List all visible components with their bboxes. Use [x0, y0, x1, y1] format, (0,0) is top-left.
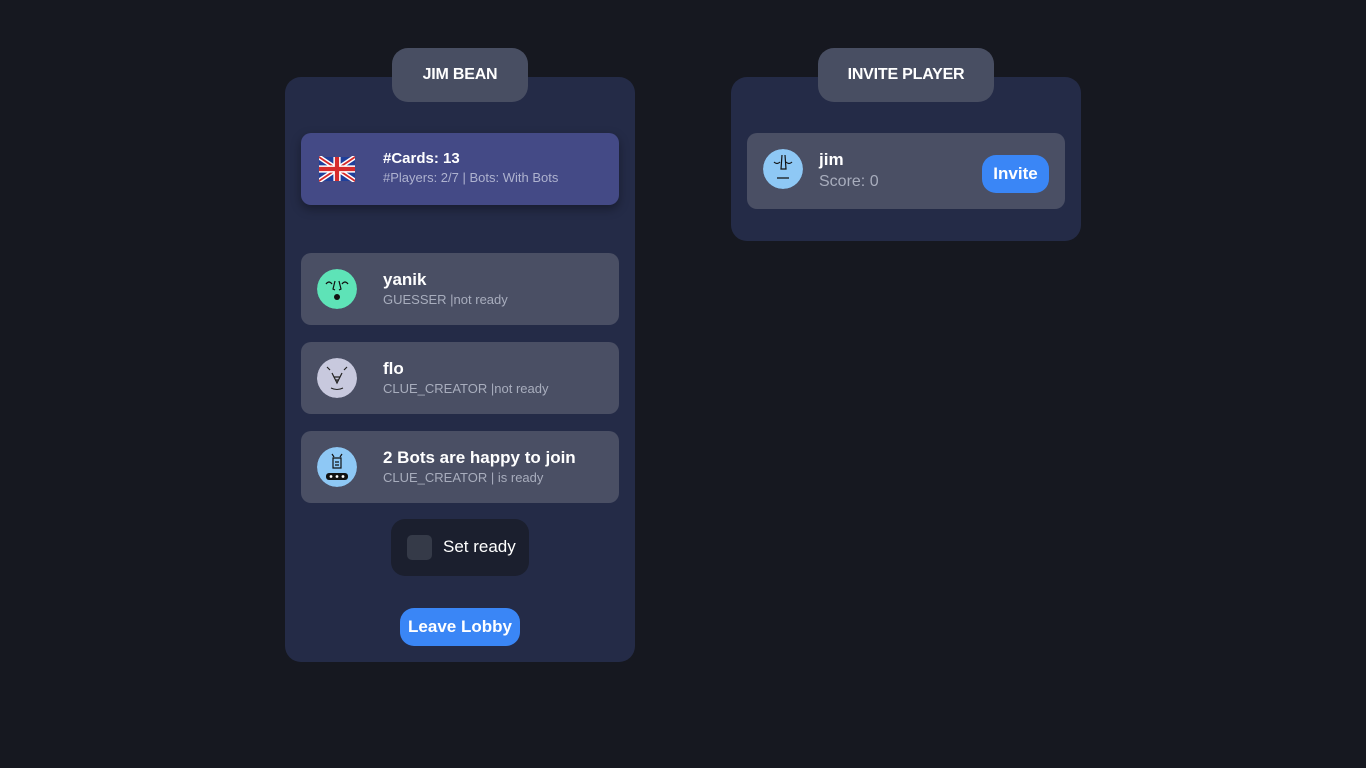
player-card: 2 Bots are happy to join CLUE_CREATOR | … — [301, 431, 619, 503]
player-status: GUESSER |not ready — [383, 292, 508, 307]
player-status: CLUE_CREATOR |not ready — [383, 381, 549, 396]
player-card: yanik GUESSER |not ready — [301, 253, 619, 325]
uk-flag-icon — [319, 156, 355, 182]
player-score: Score: 0 — [819, 173, 879, 190]
lobby-panel: JIM BEAN #Cards: 13 #Players: 2/7 | Bots… — [285, 48, 635, 662]
happy-face-icon — [317, 269, 357, 309]
lobby-title: JIM BEAN — [392, 48, 528, 102]
ready-label: Set ready — [443, 537, 516, 556]
sketch-face-icon — [317, 358, 357, 398]
player-name: jim — [819, 150, 844, 169]
game-settings-card: #Cards: 13 #Players: 2/7 | Bots: With Bo… — [301, 133, 619, 205]
player-name: yanik — [383, 270, 427, 289]
invite-title: INVITE PLAYER — [818, 48, 994, 102]
ready-checkbox[interactable] — [407, 535, 432, 560]
invite-panel: INVITE PLAYER jim Score: 0 Invite — [731, 48, 1081, 241]
game-info: #Players: 2/7 | Bots: With Bots — [383, 170, 559, 185]
player-name: 2 Bots are happy to join — [383, 448, 576, 467]
invite-player-card: jim Score: 0 Invite — [747, 133, 1065, 209]
invite-button[interactable]: Invite — [982, 155, 1049, 193]
player-card: flo CLUE_CREATOR |not ready — [301, 342, 619, 414]
sad-face-icon — [763, 149, 803, 189]
bot-face-icon — [317, 447, 357, 487]
cards-count: #Cards: 13 — [383, 150, 460, 167]
player-name: flo — [383, 359, 404, 378]
player-status: CLUE_CREATOR | is ready — [383, 470, 544, 485]
leave-lobby-button[interactable]: Leave Lobby — [400, 608, 520, 646]
set-ready-toggle[interactable]: Set ready — [391, 519, 529, 576]
